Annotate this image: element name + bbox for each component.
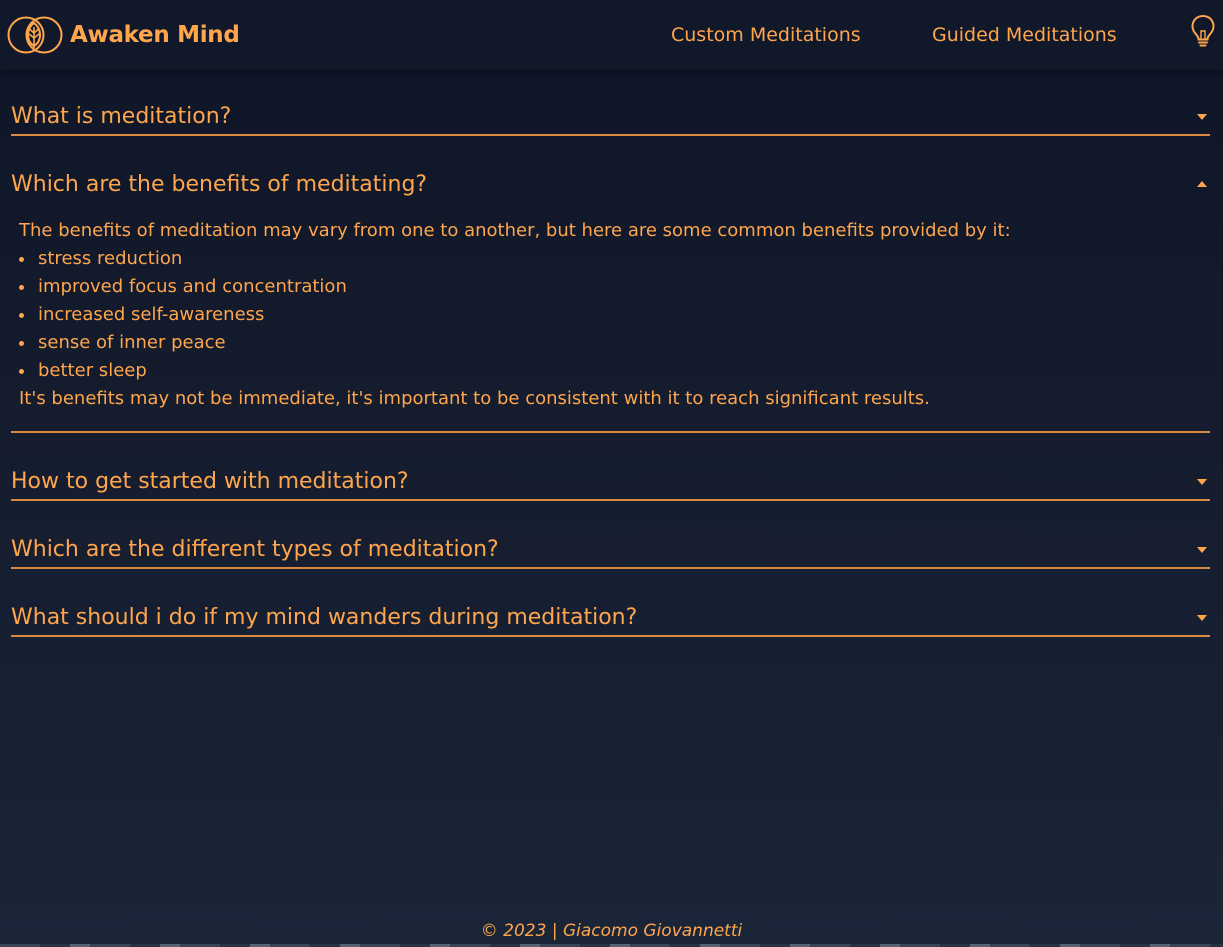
faq-item: What is meditation? bbox=[11, 100, 1210, 136]
caret-down-icon bbox=[1197, 547, 1207, 553]
faq-question-text: Which are the benefits of meditating? bbox=[11, 172, 428, 197]
list-item: increased self-awareness bbox=[11, 301, 1210, 329]
caret-up-icon bbox=[1197, 181, 1207, 187]
faq-question-what-is-meditation[interactable]: What is meditation? bbox=[11, 100, 1210, 134]
nav-custom-meditations[interactable]: Custom Meditations bbox=[671, 22, 861, 48]
faq-item: Which are the benefits of meditating? Th… bbox=[11, 168, 1210, 433]
answer-intro: The benefits of meditation may vary from… bbox=[19, 220, 1011, 241]
faq-item: What should i do if my mind wanders duri… bbox=[11, 601, 1210, 637]
caret-down-icon bbox=[1197, 615, 1207, 621]
caret-down-icon bbox=[1197, 479, 1207, 485]
list-item: stress reduction bbox=[11, 245, 1210, 273]
faq-item: Which are the different types of meditat… bbox=[11, 533, 1210, 569]
faq-question-text: What should i do if my mind wanders duri… bbox=[11, 605, 638, 630]
caret-down-icon bbox=[1197, 114, 1207, 120]
brand-logo-link[interactable]: Awaken Mind bbox=[6, 15, 240, 55]
leaf-circles-icon bbox=[6, 15, 64, 55]
faq-question-text: How to get started with meditation? bbox=[11, 469, 409, 494]
faq-question-benefits[interactable]: Which are the benefits of meditating? bbox=[11, 168, 1210, 202]
nav-guided-meditations[interactable]: Guided Meditations bbox=[932, 22, 1117, 48]
faq-question-mind-wanders[interactable]: What should i do if my mind wanders duri… bbox=[11, 601, 1210, 635]
faq-accordion: What is meditation? Which are the benefi… bbox=[11, 100, 1210, 669]
brand-name: Awaken Mind bbox=[70, 22, 240, 48]
faq-answer-benefits: The benefits of meditation may vary from… bbox=[11, 202, 1210, 431]
faq-question-get-started[interactable]: How to get started with meditation? bbox=[11, 465, 1210, 499]
faq-item: How to get started with meditation? bbox=[11, 465, 1210, 501]
benefits-list: stress reduction improved focus and conc… bbox=[19, 245, 1210, 385]
list-item: better sleep bbox=[11, 357, 1210, 385]
faq-question-types[interactable]: Which are the different types of meditat… bbox=[11, 533, 1210, 567]
list-item: sense of inner peace bbox=[11, 329, 1210, 357]
faq-question-text: What is meditation? bbox=[11, 104, 232, 129]
navbar: Awaken Mind Custom Meditations Guided Me… bbox=[0, 0, 1223, 70]
lightbulb-icon[interactable] bbox=[1190, 14, 1216, 52]
faq-question-text: Which are the different types of meditat… bbox=[11, 537, 499, 562]
list-item: improved focus and concentration bbox=[11, 273, 1210, 301]
answer-outro: It's benefits may not be immediate, it's… bbox=[19, 388, 930, 409]
footer-copyright: © 2023 | Giacomo Giovannetti bbox=[480, 921, 743, 941]
